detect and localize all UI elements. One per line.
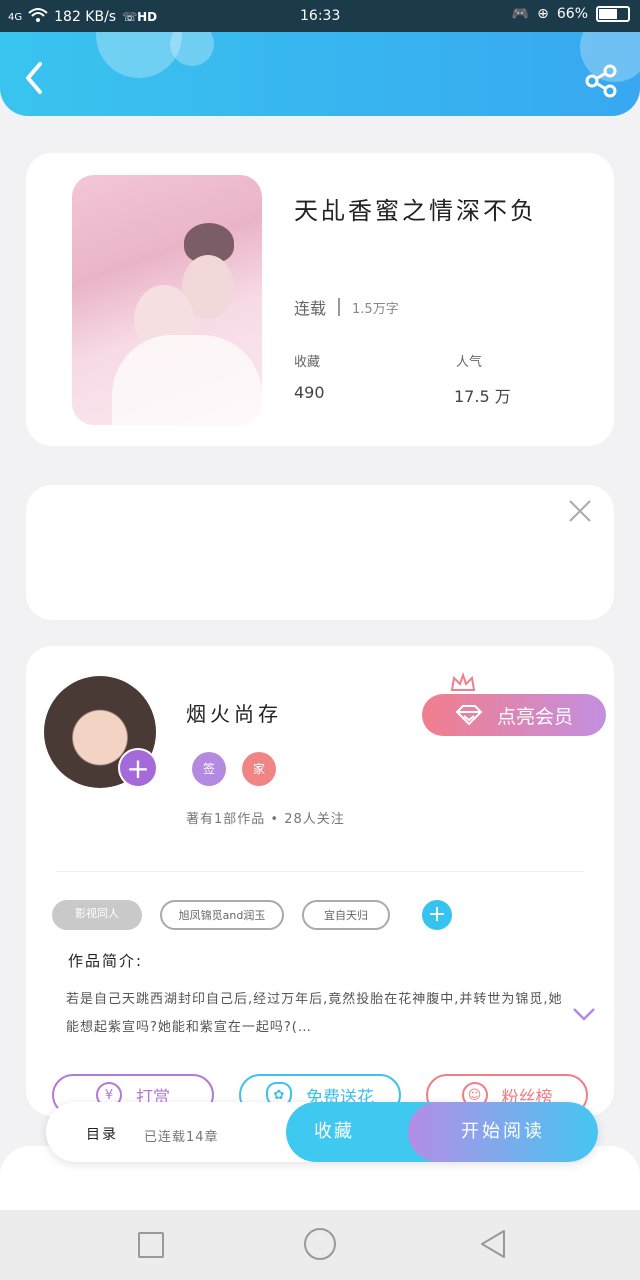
intro-text: 若是自己天跳西湖封印自己后,经过万年后,竟然投胎在花神腹中,并转世为锦觅,她能想… [66, 992, 563, 1035]
sign-badge: 签 [192, 752, 226, 786]
popularity-label: 人气 [456, 355, 483, 370]
bottom-action-bar: 目录 已连载14章 收藏 开始阅读 [46, 1102, 598, 1162]
book-status-row: 连载 1.5万字 [294, 295, 399, 319]
vip-button[interactable]: 点亮会员 [422, 694, 606, 736]
tag-chip[interactable]: 影视同人 [52, 900, 142, 930]
decor-bubble [170, 32, 214, 66]
system-nav-bar [0, 1210, 640, 1280]
serial-chapter-count: 已连载14章 [144, 1130, 219, 1145]
word-count: 1.5万字 [352, 301, 399, 317]
author-name[interactable]: 烟火尚存 [186, 698, 282, 727]
book-title: 天乩香蜜之情深不负 [294, 197, 537, 225]
recent-apps-button[interactable] [138, 1232, 164, 1258]
author-card: + 烟火尚存 签 家 点亮会员 著有1部作品 • 28人关注 影视同人 旭凤锦觅… [26, 646, 614, 1116]
serial-status: 连载 [294, 299, 327, 318]
battery-icon [596, 6, 630, 22]
wifi-icon [28, 7, 48, 27]
table-of-contents-button[interactable]: 目录 [86, 1124, 118, 1144]
chevron-down-icon[interactable] [572, 1006, 596, 1022]
vip-button-label: 点亮会员 [496, 705, 573, 728]
intro-label: 作品简介: [68, 952, 144, 970]
clock: 16:33 [300, 8, 341, 24]
family-badge: 家 [242, 752, 276, 786]
section-divider [56, 871, 584, 872]
divider [338, 298, 341, 316]
follow-button[interactable]: + [118, 748, 158, 788]
crown-icon [450, 672, 476, 691]
cover-art [112, 335, 262, 425]
battery-percent: 66% [556, 6, 588, 22]
chevron-left-icon [26, 62, 42, 94]
lock-rotation-icon: ⊕ [537, 6, 549, 22]
top-header [0, 32, 640, 116]
add-tag-button[interactable]: + [422, 900, 452, 930]
favorites-label: 收藏 [294, 355, 321, 370]
author-meta: 著有1部作品 • 28人关注 [186, 812, 345, 827]
gamepad-icon: 🎮 [511, 6, 530, 22]
tag-chip[interactable]: 旭凤锦觅and润玉 [160, 900, 284, 930]
close-icon [569, 500, 591, 522]
network-indicator: 4G [8, 11, 23, 23]
status-bar: 4G 182 KB/s ☏HD 16:33 🎮 ⊕ 66% [0, 0, 640, 32]
network-speed: 182 KB/s [54, 9, 117, 25]
share-button[interactable] [584, 64, 618, 98]
start-reading-button[interactable]: 开始阅读 [408, 1102, 598, 1162]
hd-label: HD [137, 10, 158, 24]
ad-close-button[interactable] [568, 499, 592, 523]
decor-bubble [96, 32, 182, 78]
share-icon [585, 64, 617, 98]
ad-banner[interactable] [26, 485, 614, 620]
hd-call-icon: ☏HD [122, 10, 158, 24]
diamond-icon [455, 705, 483, 726]
home-button[interactable] [304, 1228, 336, 1260]
book-cover[interactable] [72, 175, 262, 425]
back-triangle-icon[interactable] [478, 1228, 508, 1260]
book-info-card: 天乩香蜜之情深不负 连载 1.5万字 收藏 490 人气 17.5 万 [26, 153, 614, 446]
favorites-value: 490 [294, 383, 325, 402]
tag-chip[interactable]: 宜自天归 [302, 900, 390, 930]
back-button[interactable] [20, 60, 50, 96]
popularity-value: 17.5 万 [454, 387, 511, 406]
plus-icon: + [126, 752, 150, 785]
plus-icon: + [427, 902, 447, 927]
